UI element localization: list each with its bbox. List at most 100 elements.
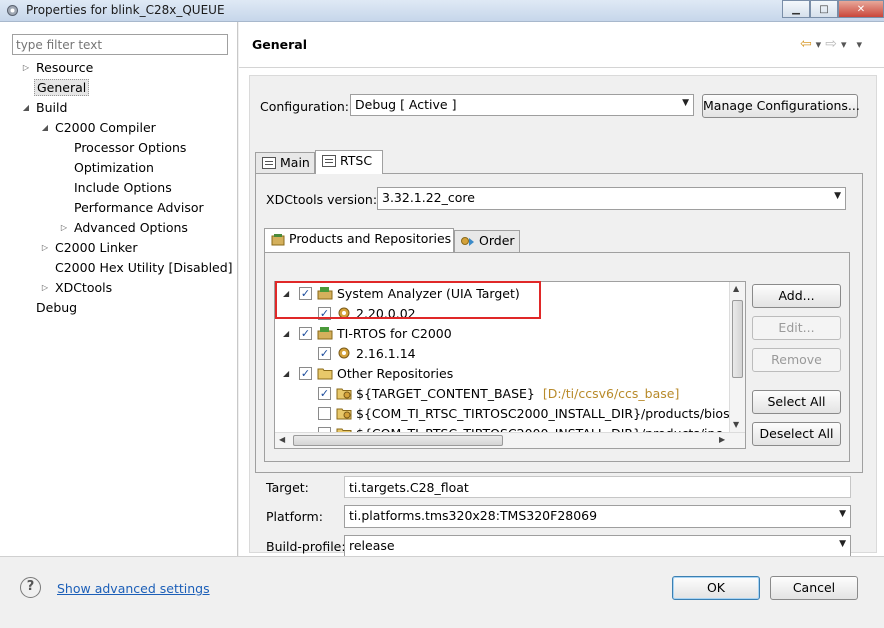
- collapse-arrow-icon[interactable]: ◢: [40, 118, 50, 138]
- close-icon: ✕: [856, 3, 866, 15]
- folder-icon: [317, 368, 333, 380]
- window-title: Properties for blink_C28x_QUEUE: [26, 3, 225, 17]
- manage-configurations-button[interactable]: Manage Configurations...: [702, 94, 860, 118]
- nav-item-optimization[interactable]: Optimization: [74, 158, 154, 178]
- title-bar: Properties for blink_C28x_QUEUE ▁ □ ✕: [0, 0, 884, 22]
- nav-item-c2000-hex-utility[interactable]: C2000 Hex Utility [Disabled]: [55, 258, 233, 278]
- xdctools-version-label: XDCtools version:: [266, 192, 378, 207]
- help-icon[interactable]: ?: [20, 577, 41, 598]
- target-label: Target:: [266, 480, 309, 495]
- nav-item-processor-options[interactable]: Processor Options: [74, 138, 186, 158]
- maximize-icon: □: [819, 3, 829, 15]
- remove-repository-button[interactable]: Remove: [752, 348, 841, 372]
- property-page: General ⇦ ▾ ⇨ ▾ ▾ Configuration: Debug […: [239, 22, 884, 558]
- chevron-down-icon: ▼: [834, 191, 841, 201]
- minimize-button[interactable]: ▁: [782, 0, 810, 18]
- expand-arrow-icon[interactable]: ▷: [21, 58, 31, 78]
- scroll-up-icon[interactable]: ▲: [733, 284, 739, 293]
- add-repository-button[interactable]: Add...: [752, 284, 841, 308]
- tab-order[interactable]: Order: [454, 230, 520, 252]
- checkbox[interactable]: ✓: [318, 347, 331, 360]
- vertical-scrollbar[interactable]: ▲ ▼: [729, 282, 745, 434]
- nav-item-c2000-compiler[interactable]: ◢ C2000 Compiler: [42, 118, 156, 138]
- collapse-arrow-icon[interactable]: ◢: [21, 98, 31, 118]
- ok-button[interactable]: OK: [672, 576, 760, 600]
- tree-row-other-repositories[interactable]: ◢ ✓ Other Repositories: [283, 364, 733, 384]
- horizontal-scrollbar[interactable]: ◀ ▶: [275, 432, 745, 448]
- highlight-annotation: [275, 281, 541, 319]
- configuration-label: Configuration:: [260, 99, 349, 114]
- scroll-thumb[interactable]: [732, 300, 743, 378]
- forward-arrow-icon[interactable]: ⇨: [825, 36, 837, 52]
- version-gear-icon: [338, 347, 350, 359]
- tree-row-ti-rtos[interactable]: ◢ ✓ TI-RTOS for C2000: [283, 324, 733, 344]
- tree-row-target-content-base[interactable]: ✓ ${TARGET_CONTENT_BASE} [D:/ti/ccsv6/cc…: [283, 384, 733, 404]
- dialog-footer: ? Show advanced settings OK Cancel: [0, 556, 884, 628]
- nav-item-resource[interactable]: ▷ Resource: [23, 58, 93, 78]
- chevron-down-icon: ▼: [682, 98, 689, 108]
- expand-arrow-icon[interactable]: ▷: [59, 218, 69, 238]
- order-icon: [461, 237, 474, 246]
- checkbox[interactable]: ✓: [299, 327, 312, 340]
- configuration-panel: Configuration: Debug [ Active ] ▼ Manage…: [255, 78, 863, 148]
- nav-item-debug[interactable]: Debug: [36, 298, 77, 318]
- minimize-icon: ▁: [792, 3, 800, 15]
- platform-label: Platform:: [266, 509, 323, 524]
- eclipse-gear-icon: [7, 5, 18, 16]
- back-dropdown-icon[interactable]: ▾: [816, 38, 822, 51]
- tab-page-icon: [322, 155, 336, 167]
- page-content: Configuration: Debug [ Active ] ▼ Manage…: [249, 75, 877, 558]
- checkbox[interactable]: [318, 407, 331, 420]
- filter-input[interactable]: [12, 34, 228, 55]
- tree-row-bios-repository[interactable]: ${COM_TI_RTSC_TIRTOSC2000_INSTALL_DIR}/p…: [283, 404, 745, 424]
- nav-item-build[interactable]: ◢ Build: [23, 98, 67, 118]
- tab-page-icon: [262, 157, 276, 169]
- target-field[interactable]: ti.targets.C28_float: [344, 476, 851, 498]
- close-button[interactable]: ✕: [838, 0, 884, 18]
- product-icon: [317, 327, 333, 340]
- build-profile-combo[interactable]: release ▼: [344, 535, 851, 558]
- repository-icon: [336, 388, 352, 400]
- history-nav: ⇦ ▾ ⇨ ▾ ▾: [800, 36, 862, 52]
- chevron-down-icon: ▼: [839, 509, 846, 519]
- nav-item-advanced-options[interactable]: ▷ Advanced Options: [61, 218, 188, 238]
- expand-arrow-icon[interactable]: ▷: [40, 238, 50, 258]
- scroll-left-icon[interactable]: ◀: [279, 435, 285, 444]
- expand-arrow-icon[interactable]: ▷: [40, 278, 50, 298]
- tree-row-tirtos-version[interactable]: ✓ 2.16.1.14: [283, 344, 733, 364]
- scroll-thumb[interactable]: [293, 435, 503, 446]
- page-title: General: [252, 37, 307, 52]
- repository-icon: [336, 408, 352, 420]
- tab-products-and-repositories[interactable]: Products and Repositories: [264, 228, 454, 252]
- nav-item-include-options[interactable]: Include Options: [74, 178, 172, 198]
- checkbox[interactable]: ✓: [299, 367, 312, 380]
- collapse-arrow-icon[interactable]: ◢: [283, 364, 289, 384]
- tab-main[interactable]: Main: [255, 152, 315, 174]
- nav-item-general[interactable]: General: [34, 78, 90, 98]
- nav-item-c2000-linker[interactable]: ▷ C2000 Linker: [42, 238, 138, 258]
- cancel-button[interactable]: Cancel: [770, 576, 858, 600]
- scroll-down-icon[interactable]: ▼: [733, 420, 739, 429]
- xdctools-version-combo[interactable]: 3.32.1.22_core ▼: [377, 187, 846, 210]
- nav-item-performance-advisor[interactable]: Performance Advisor: [74, 198, 204, 218]
- select-all-button[interactable]: Select All: [752, 390, 841, 414]
- build-profile-label: Build-profile:: [266, 539, 346, 554]
- nav-item-xdctools[interactable]: ▷ XDCtools: [42, 278, 112, 298]
- checkbox[interactable]: ✓: [318, 387, 331, 400]
- maximize-button[interactable]: □: [810, 0, 838, 18]
- window-controls: ▁ □ ✕: [782, 0, 884, 18]
- rtsc-panel: XDCtools version: 3.32.1.22_core ▼ Produ…: [255, 173, 863, 473]
- scroll-right-icon[interactable]: ▶: [719, 435, 725, 444]
- tab-rtsc[interactable]: RTSC: [315, 150, 383, 174]
- property-nav-pane: ▷Resource General ◢Build ◢C2000 Compiler…: [0, 22, 238, 556]
- forward-dropdown-icon[interactable]: ▾: [841, 38, 847, 51]
- deselect-all-button[interactable]: Deselect All: [752, 422, 841, 446]
- chevron-down-icon: ▼: [839, 539, 846, 549]
- show-advanced-settings-link[interactable]: Show advanced settings: [57, 581, 210, 596]
- configuration-combo[interactable]: Debug [ Active ] ▼: [350, 94, 694, 116]
- back-arrow-icon[interactable]: ⇦: [800, 36, 812, 52]
- edit-repository-button[interactable]: Edit...: [752, 316, 841, 340]
- collapse-arrow-icon[interactable]: ◢: [283, 324, 289, 344]
- view-menu-icon[interactable]: ▾: [856, 38, 862, 51]
- platform-combo[interactable]: ti.platforms.tms320x28:TMS320F28069 ▼: [344, 505, 851, 528]
